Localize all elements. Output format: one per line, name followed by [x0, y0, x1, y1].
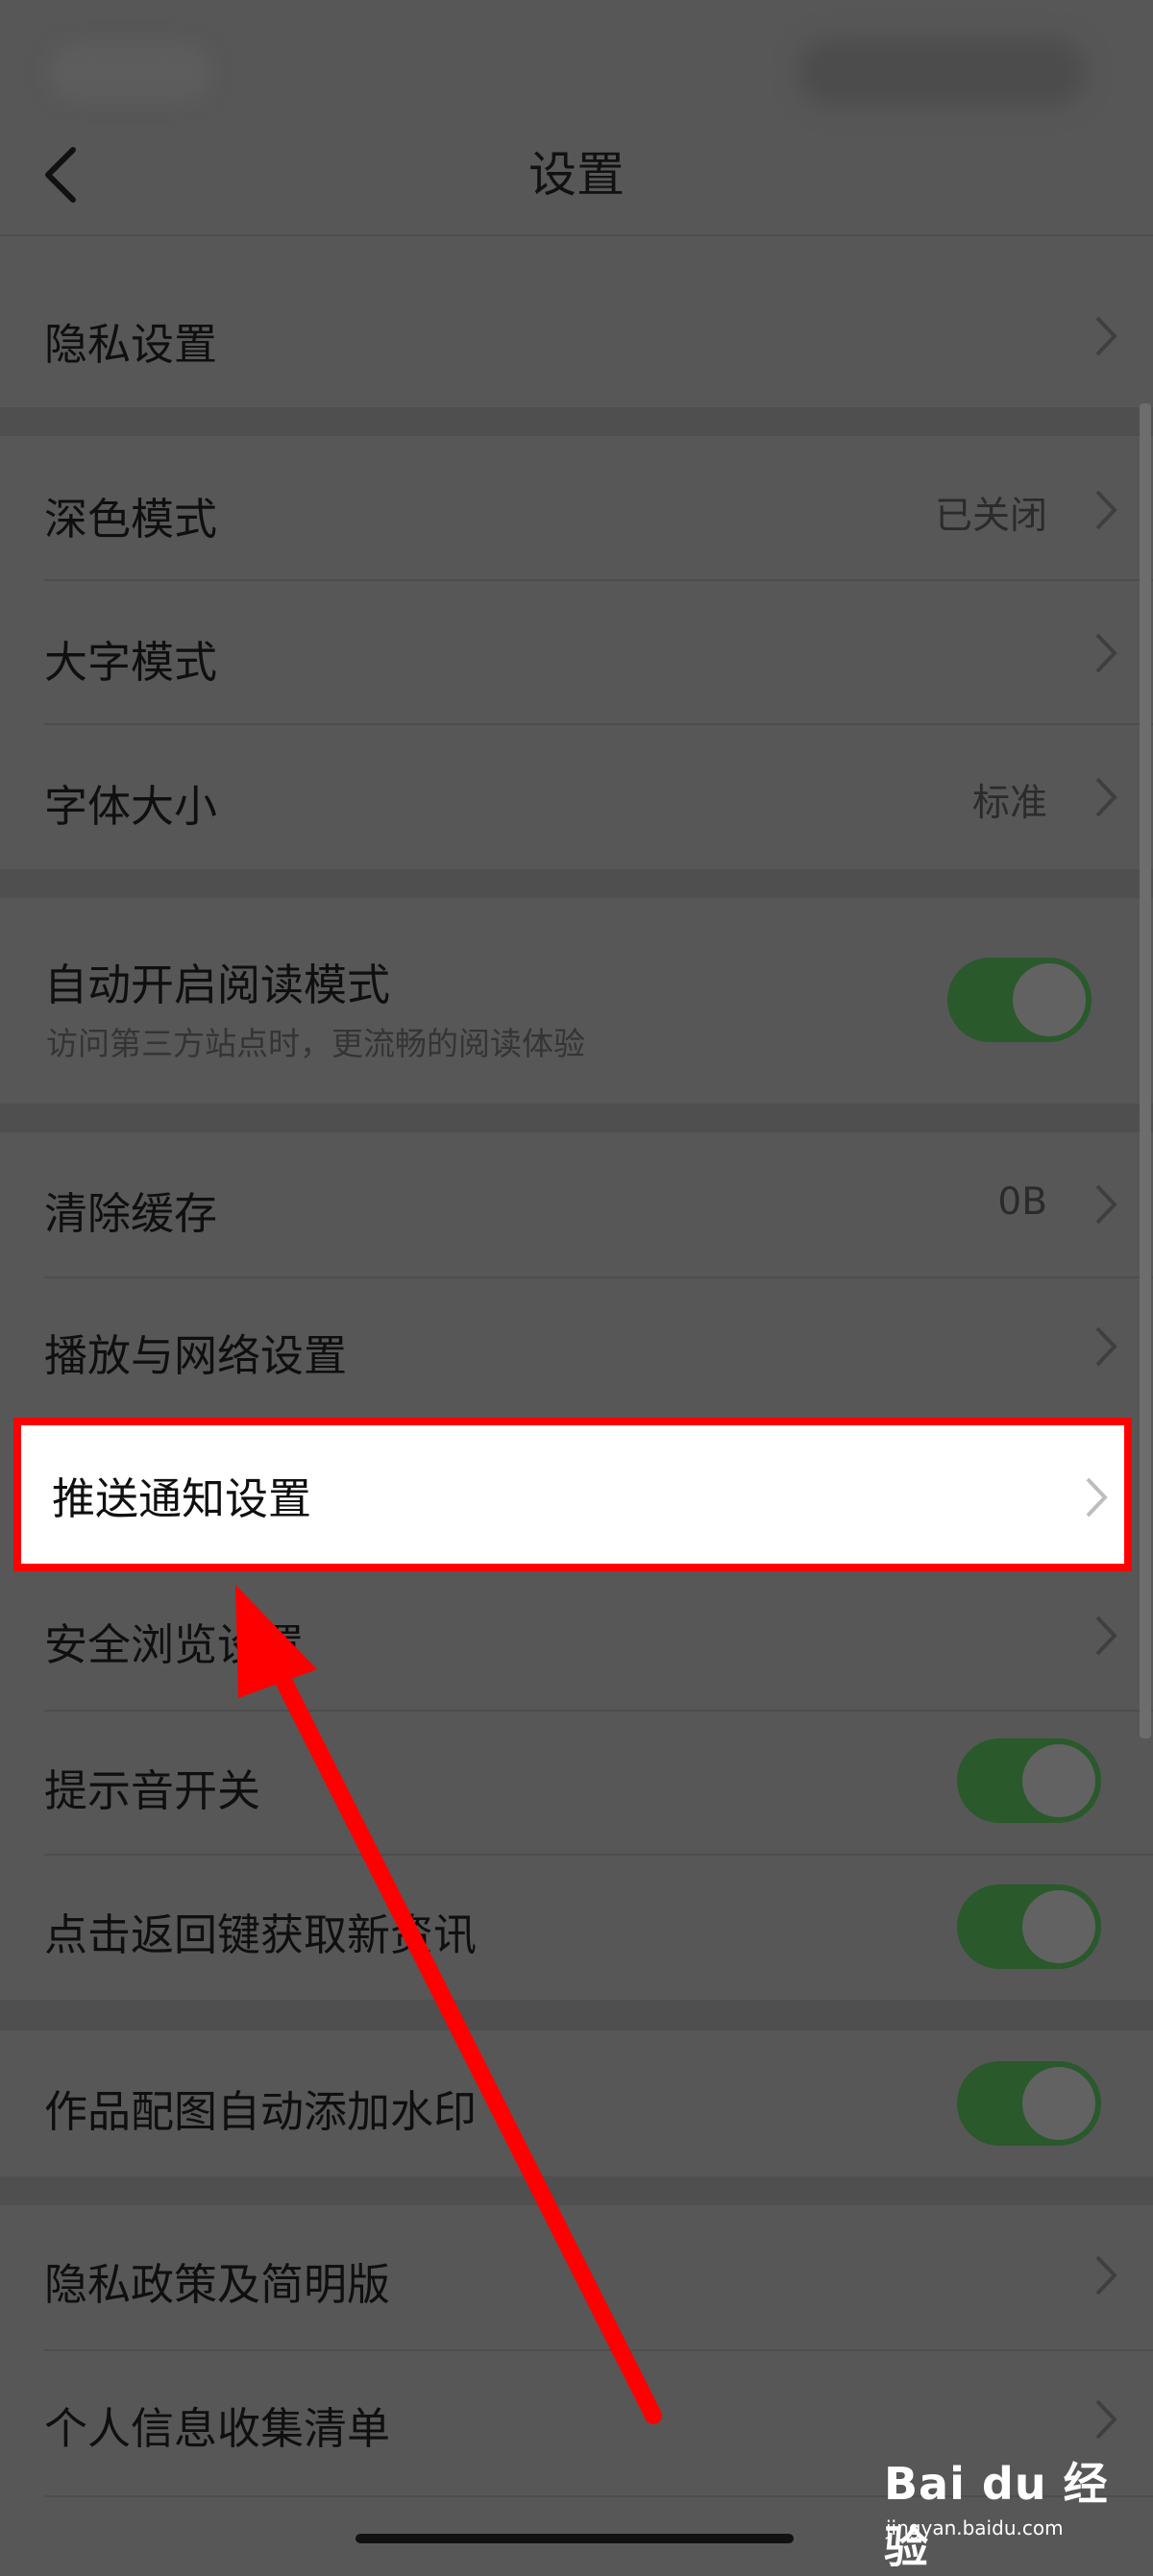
settings-row-sound-toggle: 提示音开关 [0, 1712, 1153, 1854]
row-label: 隐私设置 [44, 319, 218, 370]
section-gap [0, 407, 1153, 436]
settings-row-font-size[interactable]: 字体大小 标准 [0, 725, 1153, 869]
row-label: 作品配图自动添加水印 [44, 2086, 478, 2137]
row-label: 播放与网络设置 [44, 1330, 348, 1381]
row-label: 清除缓存 [44, 1188, 218, 1239]
settings-row-watermark: 作品配图自动添加水印 [0, 2030, 1153, 2176]
toggle-knob [1022, 2067, 1095, 2140]
watermark-logo-text: Bai du 经验 [884, 2458, 1109, 2573]
watermark-url: jingyan.baidu.com [886, 2516, 1064, 2540]
settings-row-back-refresh: 点击返回键获取新资讯 [0, 1856, 1153, 2000]
row-label: 提示音开关 [44, 1765, 261, 1816]
chevron-right-icon [1095, 1326, 1117, 1367]
watermark-toggle[interactable] [957, 2061, 1101, 2146]
settings-row-privacy[interactable]: 隐私设置 [0, 265, 1153, 407]
nav-bar: 设置 [0, 115, 1153, 236]
row-value: 已关闭 [934, 495, 1047, 538]
settings-row-reader-mode: 自动开启阅读模式 访问第三方站点时，更流畅的阅读体验 [0, 898, 1153, 1104]
reader-mode-toggle[interactable] [947, 958, 1092, 1042]
row-subtitle: 访问第三方站点时，更流畅的阅读体验 [46, 1025, 585, 1062]
section-gap [0, 2176, 1153, 2205]
home-indicator[interactable] [356, 2534, 794, 2543]
row-label: 自动开启阅读模式 [44, 960, 391, 1010]
row-label: 字体大小 [44, 781, 218, 832]
row-label: 点击返回键获取新资讯 [44, 1909, 478, 1960]
toggle-knob [1022, 1744, 1095, 1817]
section-gap [0, 869, 1153, 898]
sound-toggle-switch[interactable] [957, 1738, 1101, 1823]
section-gap [0, 2000, 1153, 2030]
settings-row-privacy-policy[interactable]: 隐私政策及简明版 [0, 2205, 1153, 2349]
toggle-knob [1022, 1890, 1095, 1963]
settings-row-clear-cache[interactable]: 清除缓存 0B [0, 1132, 1153, 1276]
section-gap [0, 1104, 1153, 1132]
back-refresh-toggle[interactable] [957, 1884, 1101, 1969]
settings-row-dark-mode[interactable]: 深色模式 已关闭 [0, 436, 1153, 580]
scrollbar[interactable] [1140, 403, 1151, 1738]
chevron-right-icon [1095, 777, 1117, 817]
row-label: 大字模式 [44, 637, 218, 688]
page-title: 设置 [528, 147, 625, 203]
row-label: 个人信息收集清单 [44, 2403, 391, 2454]
toggle-knob [1013, 963, 1086, 1036]
chevron-right-icon [1086, 1477, 1108, 1518]
chevron-right-icon [1095, 633, 1117, 673]
settings-row-playback-network[interactable]: 播放与网络设置 [0, 1278, 1153, 1418]
settings-row-large-text[interactable]: 大字模式 [0, 581, 1153, 723]
chevron-right-icon [1095, 2255, 1117, 2296]
chevron-right-icon [1095, 2399, 1117, 2440]
row-label: 隐私政策及简明版 [44, 2259, 391, 2310]
chevron-right-icon [1095, 1184, 1117, 1225]
row-value: 标准 [971, 782, 1047, 825]
chevron-right-icon [1095, 316, 1117, 356]
row-label: 推送通知设置 [52, 1473, 312, 1524]
settings-row-safe-browsing[interactable]: 安全浏览设置 [0, 1571, 1153, 1710]
status-icons-blurred [797, 38, 1086, 106]
row-label: 安全浏览设置 [44, 1619, 305, 1670]
row-value: 0B [997, 1180, 1047, 1224]
row-label: 深色模式 [44, 494, 218, 545]
chevron-right-icon [1095, 1616, 1117, 1656]
settings-row-push-notification[interactable]: 推送通知设置 [13, 1418, 1132, 1571]
chevron-right-icon [1095, 490, 1117, 530]
status-time-blurred [48, 43, 211, 101]
baidu-jingyan-watermark: Bai du 经验 jingyan.baidu.com [884, 2440, 1124, 2573]
